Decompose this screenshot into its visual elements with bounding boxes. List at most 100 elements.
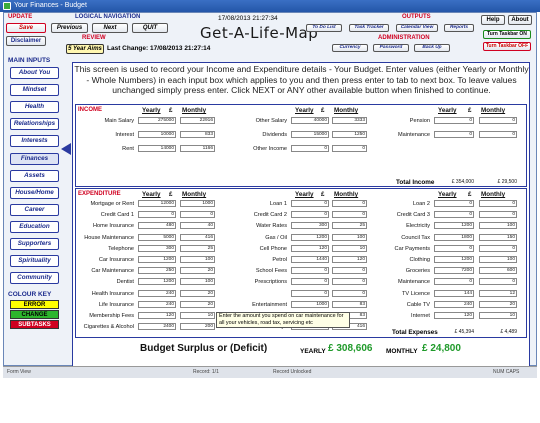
expenditure-loan-2-yearly-input[interactable]: 0 (434, 200, 474, 207)
expenditure-cable-tv-monthly-input[interactable]: 20 (479, 300, 517, 308)
expenditure-membership-fees-monthly-input[interactable]: 10 (180, 312, 215, 319)
income-main-salary-yearly-input[interactable]: 275000 (138, 117, 176, 124)
sidebar-item-finances[interactable]: Finances (10, 152, 59, 165)
expenditure-telephone-yearly-input[interactable]: 300 (138, 244, 176, 252)
save-button[interactable]: Save (6, 23, 46, 33)
five-year-aims-button[interactable]: 5 Year Aims (66, 44, 104, 54)
expenditure-health-insurance-monthly-input[interactable]: 20 (180, 289, 215, 297)
expenditure-dentist-monthly-input[interactable]: 100 (180, 278, 215, 286)
income-other-salary-yearly-input[interactable]: 40000 (291, 117, 329, 124)
expenditure-home-insurance-yearly-input[interactable]: 480 (138, 222, 176, 230)
income-other-salary-monthly-input[interactable]: 3333 (332, 117, 367, 124)
expenditure-internet-yearly-input[interactable]: 120 (434, 312, 474, 319)
expenditure-cell-phone-monthly-input[interactable]: 10 (332, 244, 367, 252)
expenditure-petrol-monthly-input[interactable]: 120 (332, 256, 367, 263)
expenditure-tv-licence-monthly-input[interactable]: 12 (479, 289, 517, 297)
expenditure-tv-licence-yearly-input[interactable]: 144 (434, 289, 474, 297)
expenditure-membership-fees-yearly-input[interactable]: 120 (138, 312, 176, 319)
expenditure-car-payments-monthly-input[interactable]: 0 (479, 244, 517, 252)
expenditure-internet-monthly-input[interactable]: 10 (479, 312, 517, 319)
taskbar-off-button[interactable]: Turn Taskbar OFF (483, 42, 531, 51)
quit-button[interactable]: QUIT (132, 23, 168, 33)
expenditure-entertainment-monthly-input[interactable]: 83 (332, 300, 367, 308)
income-dividends-monthly-input[interactable]: 1250 (332, 131, 367, 138)
expenditure-health-insurance-yearly-input[interactable]: 240 (138, 289, 176, 297)
task-tracker-button[interactable]: Task Tracker (349, 24, 389, 32)
expenditure-electricity-monthly-input[interactable]: 100 (479, 222, 517, 230)
expenditure-car-insurance-monthly-input[interactable]: 100 (180, 256, 215, 263)
expenditure-credit-card-3-yearly-input[interactable]: 0 (434, 211, 474, 219)
expenditure-electricity-yearly-input[interactable]: 1200 (434, 222, 474, 230)
expenditure-car-payments-yearly-input[interactable]: 0 (434, 244, 474, 252)
expenditure-maintenance-yearly-input[interactable]: 0 (434, 278, 474, 286)
expenditure-car-maintenance-yearly-input[interactable]: 250 (138, 267, 176, 275)
expenditure-cigarettes-alcohol-yearly-input[interactable]: 2400 (138, 323, 176, 331)
sidebar-item-house-home[interactable]: House/Home (10, 186, 59, 199)
expenditure-credit-card-2-yearly-input[interactable]: 0 (291, 211, 329, 219)
sidebar-item-about-you[interactable]: About You (10, 67, 59, 79)
expenditure-telephone-monthly-input[interactable]: 25 (180, 244, 215, 252)
password-button[interactable]: Password (373, 44, 409, 52)
expenditure-school-fees-yearly-input[interactable]: 0 (291, 267, 329, 275)
expenditure-cell-phone-yearly-input[interactable]: 120 (291, 244, 329, 252)
expenditure-home-insurance-monthly-input[interactable]: 40 (180, 222, 215, 230)
to-do-list-button[interactable]: To Do List (306, 24, 342, 32)
sidebar-item-relationships[interactable]: Relationships (10, 118, 59, 131)
expenditure-water-rates-monthly-input[interactable]: 25 (332, 222, 367, 230)
help-button[interactable]: Help (481, 15, 505, 25)
sidebar-item-community[interactable]: Community (10, 272, 59, 285)
expenditure-house-maintenance-monthly-input[interactable]: 416 (180, 233, 215, 241)
expenditure-school-fees-monthly-input[interactable]: 0 (332, 267, 367, 275)
expenditure-council-tax-yearly-input[interactable]: 1800 (434, 233, 474, 241)
sidebar-item-education[interactable]: Education (10, 220, 59, 233)
income-rent-monthly-input[interactable]: 1166 (180, 145, 215, 152)
currency-button[interactable]: Currency (332, 44, 368, 52)
about-button[interactable]: About (508, 15, 532, 25)
expenditure-credit-card-2-monthly-input[interactable]: 0 (332, 211, 367, 219)
expenditure-clothing-monthly-input[interactable]: 100 (479, 256, 517, 263)
disclaimer-button[interactable]: Disclaimer (6, 36, 46, 46)
expenditure-mortgage-or-rent-monthly-input[interactable]: 1000 (180, 200, 215, 207)
expenditure-unlabelled-monthly-input[interactable]: 0 (332, 289, 367, 297)
income-interest-yearly-input[interactable]: 10000 (138, 131, 176, 138)
sidebar-item-career[interactable]: Career (10, 203, 59, 216)
expenditure-unlabelled-yearly-input[interactable]: 0 (291, 289, 329, 297)
expenditure-life-insurance-yearly-input[interactable]: 240 (138, 300, 176, 308)
expenditure-house-maintenance-yearly-input[interactable]: 5000 (138, 233, 176, 241)
income-maintenance-monthly-input[interactable]: 0 (479, 131, 517, 138)
sidebar-item-assets[interactable]: Assets (10, 169, 59, 182)
expenditure-petrol-yearly-input[interactable]: 1440 (291, 256, 329, 263)
expenditure-water-rates-yearly-input[interactable]: 300 (291, 222, 329, 230)
expenditure-credit-card-1-monthly-input[interactable]: 0 (180, 211, 215, 219)
expenditure-entertainment-yearly-input[interactable]: 1000 (291, 300, 329, 308)
expenditure-council-tax-monthly-input[interactable]: 150 (479, 233, 517, 241)
income-maintenance-yearly-input[interactable]: 0 (434, 131, 474, 138)
income-other-income-yearly-input[interactable]: 0 (291, 145, 329, 152)
expenditure-credit-card-1-yearly-input[interactable]: 0 (138, 211, 176, 219)
expenditure-clothing-yearly-input[interactable]: 1200 (434, 256, 474, 263)
next-button[interactable]: Next (92, 23, 128, 33)
income-other-income-monthly-input[interactable]: 0 (332, 145, 367, 152)
expenditure-gas-oil-monthly-input[interactable]: 100 (332, 233, 367, 241)
sidebar-item-mindset[interactable]: Mindset (10, 84, 59, 97)
expenditure-maintenance-monthly-input[interactable]: 0 (479, 278, 517, 286)
sidebar-item-interests[interactable]: Interests (10, 135, 59, 148)
sidebar-item-supporters[interactable]: Supporters (10, 238, 59, 250)
expenditure-dentist-yearly-input[interactable]: 1200 (138, 278, 176, 286)
expenditure-groceries-yearly-input[interactable]: 7200 (434, 267, 474, 275)
income-pension-yearly-input[interactable]: 0 (434, 117, 474, 124)
calendar-view-button[interactable]: Calendar View (396, 24, 438, 32)
expenditure-loan-1-yearly-input[interactable]: 0 (291, 200, 329, 207)
expenditure-cigarettes-alcohol-monthly-input[interactable]: 200 (180, 323, 215, 331)
previous-button[interactable]: Previous (51, 23, 88, 33)
reports-button[interactable]: Reports (444, 24, 474, 32)
income-dividends-yearly-input[interactable]: 15000 (291, 131, 329, 138)
expenditure-loan-2-monthly-input[interactable]: 0 (479, 200, 517, 207)
expenditure-groceries-monthly-input[interactable]: 600 (479, 267, 517, 275)
expenditure-loan-1-monthly-input[interactable]: 0 (332, 200, 367, 207)
expenditure-mortgage-or-rent-yearly-input[interactable]: 12000 (138, 200, 176, 207)
expenditure-life-insurance-monthly-input[interactable]: 20 (180, 300, 215, 308)
income-interest-monthly-input[interactable]: 833 (180, 131, 215, 138)
income-rent-yearly-input[interactable]: 14000 (138, 145, 176, 152)
income-main-salary-monthly-input[interactable]: 22916 (180, 117, 215, 124)
